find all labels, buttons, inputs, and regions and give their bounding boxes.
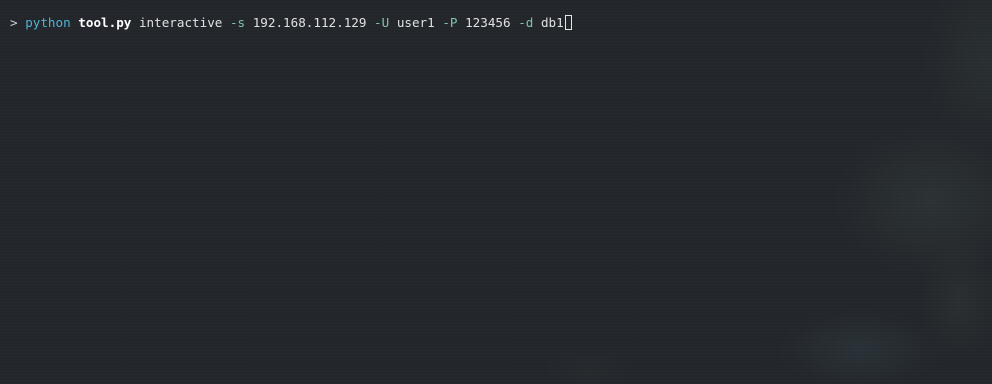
server-value: 192.168.112.129 [252, 15, 367, 30]
flag-user: -U [374, 15, 390, 30]
prompt-symbol: > [10, 15, 18, 30]
flag-server: -s [229, 15, 246, 30]
terminal-window[interactable]: > python tool.py interactive -s 192.168.… [0, 0, 992, 384]
script-name: tool.py [78, 15, 132, 30]
text-cursor [564, 15, 572, 30]
command-line[interactable]: > python tool.py interactive -s 192.168.… [10, 13, 572, 33]
user-value: user1 [396, 15, 435, 30]
command-name: python [25, 15, 71, 30]
flag-password: -P [442, 15, 458, 30]
database-value: db1 [540, 15, 564, 30]
password-value: 123456 [465, 15, 511, 30]
background-texture [0, 0, 992, 384]
flag-database: -d [518, 15, 534, 30]
subcommand: interactive [138, 15, 223, 30]
